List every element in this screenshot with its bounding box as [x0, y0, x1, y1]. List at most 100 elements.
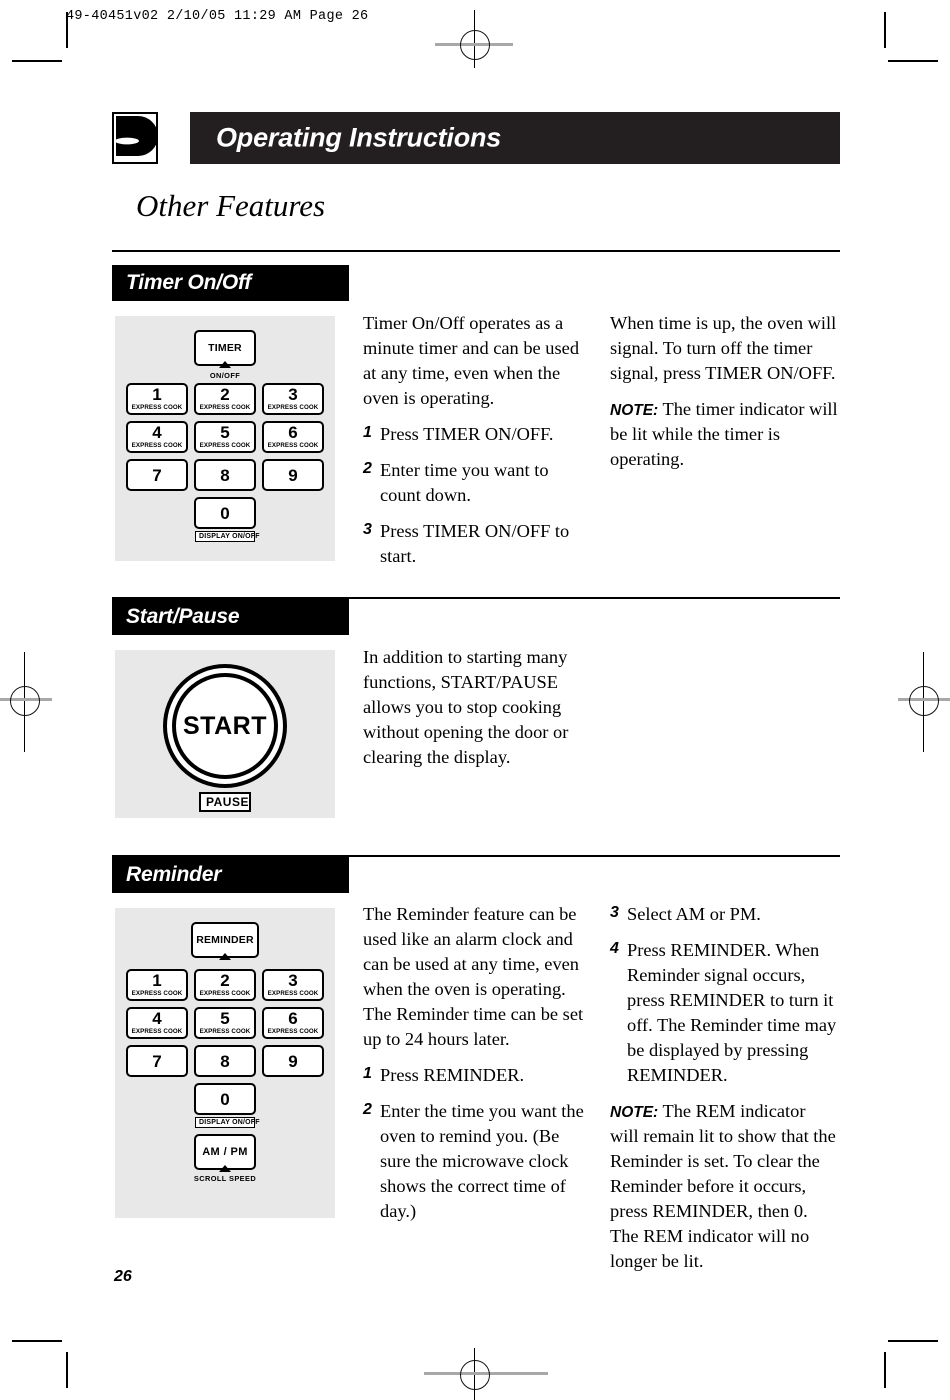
- reminder-display-on-off-caption: DISPLAY ON/OFF: [195, 1117, 260, 1128]
- key-2[interactable]: 2 EXPRESS COOK: [194, 383, 256, 415]
- reminder-note-text: The REM indicator will remain lit to sho…: [610, 1101, 836, 1272]
- section-tab-reminder: Reminder: [112, 857, 349, 893]
- reminder-key-0[interactable]: 0: [194, 1083, 256, 1115]
- reminder-key-triangle-icon: [219, 953, 231, 960]
- reminder-note-label: NOTE:: [610, 1104, 659, 1122]
- key-7-digit: 7: [152, 465, 162, 485]
- section-rule-timer: [112, 250, 840, 253]
- page-title: Operating Instructions: [216, 122, 502, 153]
- am-pm-key-triangle-icon: [219, 1165, 231, 1172]
- start-button[interactable]: START: [172, 673, 278, 779]
- key-4-sublabel: EXPRESS COOK: [131, 442, 183, 450]
- reminder-step-4: 4 Press REMINDER. When Reminder signal o…: [610, 938, 838, 1088]
- am-pm-key-label: AM / PM: [202, 1145, 248, 1158]
- timer-step-3-num: 3: [363, 521, 372, 539]
- section-tab-reminder-label: Reminder: [126, 863, 222, 886]
- timer-step-2-num: 2: [363, 460, 372, 478]
- key-2-digit: 2: [220, 385, 230, 405]
- timer-step-1-text: Press TIMER ON/OFF.: [380, 424, 554, 445]
- key-4[interactable]: 4 EXPRESS COOK: [126, 421, 188, 453]
- reminder-key-3-sublabel: EXPRESS COOK: [267, 990, 319, 998]
- timer-step-1-num: 1: [363, 424, 372, 442]
- pause-label-box: PAUSE: [199, 792, 251, 812]
- reminder-step-1-num: 1: [363, 1065, 372, 1083]
- page-number: 26: [114, 1268, 132, 1285]
- timer-step-2: 2 Enter time you want to count down.: [363, 458, 585, 508]
- reminder-key-3[interactable]: 3 EXPRESS COOK: [262, 969, 324, 1001]
- reminder-text-column-2: 3 Select AM or PM. 4 Press REMINDER. Whe…: [610, 902, 838, 1274]
- reminder-step-1-text: Press REMINDER.: [380, 1065, 525, 1086]
- reminder-keypad-panel: REMINDER 1 EXPRESS COOK 2 EXPRESS COOK 3…: [115, 908, 335, 1218]
- timer-note: NOTE: The timer indicator will be lit wh…: [610, 397, 838, 472]
- start-pause-intro: In addition to starting many functions, …: [363, 647, 569, 768]
- reminder-step-3-text: Select AM or PM.: [627, 904, 761, 924]
- key-3[interactable]: 3 EXPRESS COOK: [262, 383, 324, 415]
- timer-step-1: 1 Press TIMER ON/OFF.: [363, 422, 585, 447]
- key-3-sublabel: EXPRESS COOK: [267, 404, 319, 412]
- reminder-key-5-digit: 5: [220, 1009, 230, 1029]
- key-2-sublabel: EXPRESS COOK: [199, 404, 251, 412]
- reminder-key-1-sublabel: EXPRESS COOK: [131, 990, 183, 998]
- key-1[interactable]: 1 EXPRESS COOK: [126, 383, 188, 415]
- knob-dial-icon: [112, 112, 158, 164]
- key-7[interactable]: 7: [126, 459, 188, 491]
- reminder-key-4-sublabel: EXPRESS COOK: [131, 1028, 183, 1036]
- key-8[interactable]: 8: [194, 459, 256, 491]
- key-1-digit: 1: [152, 385, 162, 405]
- key-6[interactable]: 6 EXPRESS COOK: [262, 421, 324, 453]
- reminder-key-1[interactable]: 1 EXPRESS COOK: [126, 969, 188, 1001]
- reminder-step-1: 1 Press REMINDER.: [363, 1063, 585, 1088]
- reminder-key-8[interactable]: 8: [194, 1045, 256, 1077]
- page-header: Operating Instructions: [112, 112, 840, 164]
- reminder-key-6[interactable]: 6 EXPRESS COOK: [262, 1007, 324, 1039]
- reminder-key-9-digit: 9: [288, 1051, 298, 1071]
- header-black-bar: Operating Instructions: [190, 112, 840, 164]
- section-tab-start-pause-label: Start/Pause: [126, 605, 240, 628]
- key-0[interactable]: 0: [194, 497, 256, 529]
- reminder-keypad: REMINDER 1 EXPRESS COOK 2 EXPRESS COOK 3…: [115, 908, 335, 1218]
- key-4-digit: 4: [152, 423, 162, 443]
- reminder-key-2-digit: 2: [220, 971, 230, 991]
- reminder-key-9[interactable]: 9: [262, 1045, 324, 1077]
- reminder-key-4[interactable]: 4 EXPRESS COOK: [126, 1007, 188, 1039]
- reminder-key-0-digit: 0: [220, 1089, 230, 1109]
- reminder-step-4-num: 4: [610, 940, 619, 958]
- reminder-note: NOTE: The REM indicator will remain lit …: [610, 1099, 838, 1274]
- key-9[interactable]: 9: [262, 459, 324, 491]
- reminder-key-5[interactable]: 5 EXPRESS COOK: [194, 1007, 256, 1039]
- reminder-key-7[interactable]: 7: [126, 1045, 188, 1077]
- reminder-key-4-digit: 4: [152, 1009, 162, 1029]
- key-5[interactable]: 5 EXPRESS COOK: [194, 421, 256, 453]
- key-3-digit: 3: [288, 385, 298, 405]
- key-0-digit: 0: [220, 503, 230, 523]
- timer-note-label: NOTE:: [610, 402, 659, 420]
- timer-step-3: 3 Press TIMER ON/OFF to start.: [363, 519, 585, 569]
- timer-keypad-panel: TIMER ON/OFF 1 EXPRESS COOK 2 EXPRESS CO…: [115, 316, 335, 561]
- start-button-label: START: [183, 711, 267, 740]
- reminder-step-2: 2 Enter the time you want the oven to re…: [363, 1099, 585, 1224]
- reminder-step-2-text: Enter the time you want the oven to remi…: [380, 1101, 584, 1222]
- timer-text-column-1: Timer On/Off operates as a minute timer …: [363, 311, 585, 580]
- key-5-sublabel: EXPRESS COOK: [199, 442, 251, 450]
- scroll-speed-caption: SCROLL SPEED: [193, 1174, 257, 1183]
- key-5-digit: 5: [220, 423, 230, 443]
- page-subtitle: Other Features: [136, 188, 326, 223]
- key-6-digit: 6: [288, 423, 298, 443]
- timer-step-2-text: Enter time you want to count down.: [380, 460, 549, 506]
- reminder-step-3-num: 3: [610, 904, 619, 921]
- reminder-step-4-text: Press REMINDER. When Reminder signal occ…: [627, 940, 837, 1086]
- reminder-key-2[interactable]: 2 EXPRESS COOK: [194, 969, 256, 1001]
- key-9-digit: 9: [288, 465, 298, 485]
- reminder-key-8-digit: 8: [220, 1051, 230, 1071]
- reminder-intro: The Reminder feature can be used like an…: [363, 904, 584, 1050]
- reminder-key-3-digit: 3: [288, 971, 298, 991]
- timer-key-triangle-icon: [219, 361, 231, 368]
- timer-key-caption: ON/OFF: [209, 371, 241, 380]
- reminder-text-column-1: The Reminder feature can be used like an…: [363, 902, 585, 1235]
- reminder-step-3: 3 Select AM or PM.: [610, 902, 838, 927]
- start-pause-text-column: In addition to starting many functions, …: [363, 645, 585, 770]
- timer-keypad: TIMER ON/OFF 1 EXPRESS COOK 2 EXPRESS CO…: [115, 316, 335, 561]
- reminder-key-6-digit: 6: [288, 1009, 298, 1029]
- section-tab-timer: Timer On/Off: [112, 265, 349, 301]
- start-pause-panel: START PAUSE: [115, 650, 335, 818]
